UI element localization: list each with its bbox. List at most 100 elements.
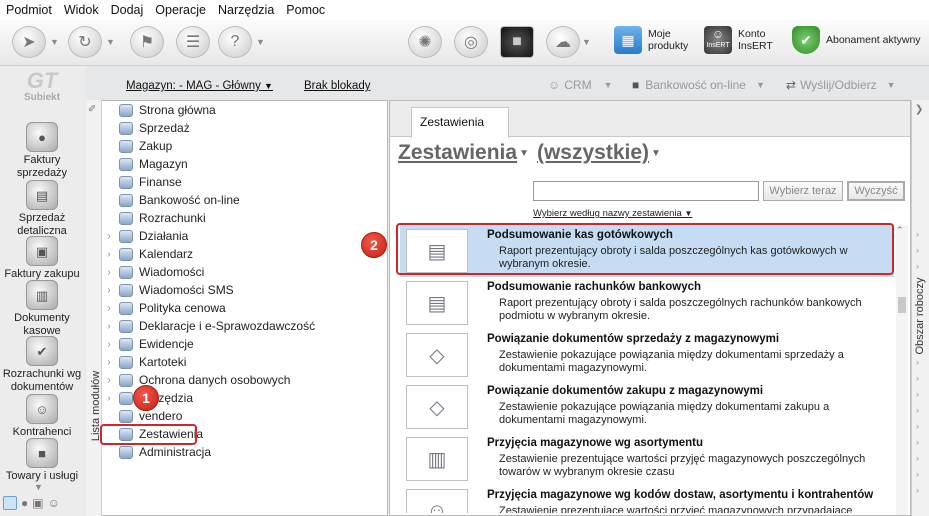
report-row[interactable]: ☺ Przyjęcia magazynowe wg kodów dostaw, a… [400,485,894,513]
module-item[interactable]: Zakup [102,137,172,155]
module-item[interactable]: › Kalendarz [102,245,193,263]
chevron-right-icon[interactable]: › [102,285,116,296]
nav-sprzedaz-detaliczna[interactable]: ▤ Sprzedaż detaliczna [0,180,84,238]
menu-item[interactable]: Operacje [155,3,206,17]
module-label: Zakup [139,139,173,153]
pin-icon[interactable]: ⚑ [130,26,164,58]
heading-filter[interactable]: (wszystkie) [537,141,649,165]
nav-kontrahenci[interactable]: ☺ Kontrahenci [0,394,84,439]
abonament-status[interactable]: ✔ Abonament aktywny [792,26,921,54]
chevron-right-icon[interactable]: › [102,375,116,386]
sync-arrows-icon: ⇄ [786,78,797,92]
shield-check-icon: ✔ [792,26,820,54]
chat-icon[interactable]: ? [218,26,252,58]
chevron-down-icon[interactable]: ▼ [256,37,265,47]
chevron-down-icon[interactable]: ▼ [519,148,529,159]
menu-item[interactable]: Narzędzia [218,3,274,17]
send-icon[interactable]: ➤ [12,26,46,58]
chevron-down-icon[interactable]: ▼ [50,37,59,47]
report-row[interactable]: ▤ Podsumowanie rachunków bankowych Raport … [400,277,894,329]
chevron-right-icon[interactable]: › [102,267,116,278]
person-small-icon[interactable]: ☺ [48,496,60,510]
cloud-icon[interactable]: ☁ [546,26,580,58]
scrollbar[interactable]: ⌃ [896,225,908,515]
sort-selector[interactable]: Wybierz według nazwy zestawienia ▼ [533,208,692,219]
module-item[interactable]: › Kartoteki [102,353,186,371]
chevron-down-icon[interactable]: ▼ [582,37,591,47]
moje-produkty-button[interactable]: ▦ Moje produkty [614,26,688,54]
chevron-right-icon[interactable]: › [102,249,116,260]
menu-item[interactable]: Widok [64,3,99,17]
collapse-icon[interactable]: ❯ [915,104,923,115]
crm-button[interactable]: ☺ CRM ▼ [548,78,613,92]
scroll-up-icon[interactable]: ⌃ [896,225,904,236]
module-item[interactable]: › Działania [102,227,188,245]
nav-rozrachunki[interactable]: ✔ Rozrachunki wg dokumentów [0,336,84,394]
nav-mode-icon[interactable] [3,496,17,510]
chevron-right-icon[interactable]: › [102,393,116,404]
report-row[interactable]: ▥ Przyjęcia magazynowe wg asortymentu Zest… [400,433,894,485]
online-banking-button[interactable]: ■ Bankowość on-line ▼ [632,78,765,92]
page-title: Zestawienia ▼ (wszystkie) ▼ [398,141,661,165]
nav-dokumenty-kasowe[interactable]: ▥ Dokumenty kasowe [0,280,84,338]
module-label: Kartoteki [139,355,187,369]
module-item[interactable]: Bankowość on-line [102,191,240,209]
nav-faktury-sprzedazy[interactable]: ● Faktury sprzedaży [0,122,84,180]
tab-zestawienia[interactable]: Zestawienia [411,107,509,138]
chevron-right-icon[interactable]: › [102,231,116,242]
module-item[interactable]: Rozrachunki [102,209,206,227]
module-icon [119,319,133,333]
module-item[interactable]: › Wiadomości [102,263,204,281]
module-item[interactable]: Sprzedaż [102,119,190,137]
module-item[interactable]: › Polityka cenowa [102,299,225,317]
heading-main[interactable]: Zestawienia [398,141,517,165]
chevron-down-icon[interactable]: ▼ [651,148,661,159]
send-receive-button[interactable]: ⇄ Wyślij/Odbierz ▼ [786,78,896,92]
module-item[interactable]: › Ewidencje [102,335,193,353]
scroll-thumb[interactable] [898,297,906,313]
konto-insert-button[interactable]: ☺ InsERT Konto InsERT [704,26,773,54]
cube-icon[interactable]: ■ [500,26,534,58]
workspace-strip[interactable]: ❯ Obszar roboczy › › › › › › › › › › › › › › › › › [911,100,929,516]
chevron-right-icon[interactable]: › [102,357,116,368]
module-item[interactable]: Strona główna [102,101,216,119]
module-item[interactable]: › Deklaracje i e-Sprawozdawczość [102,317,315,335]
report-row[interactable]: ◇ Powiązanie dokumentów zakupu z magazyno… [400,381,894,433]
report-row[interactable]: ◇ Powiązanie dokumentów sprzedaży z magaz… [400,329,894,381]
context-bar: Magazyn: - MAG - Główny ▼ Brak blokady ☺… [86,66,929,100]
module-item[interactable]: Magazyn [102,155,188,173]
coins-small-icon[interactable]: ● [21,496,28,510]
lock-icon: ■ [632,78,640,92]
box-small-icon[interactable]: ▣ [32,496,43,510]
menu-item[interactable]: Pomoc [286,3,325,17]
module-item[interactable]: Administracja [102,443,211,461]
spinner-icon[interactable]: ✺ [408,26,442,58]
nav-faktury-zakupu[interactable]: ▣ Faktury zakupu [0,236,84,281]
chevron-right-icon[interactable]: › [102,339,116,350]
stack-icon[interactable]: ☰ [176,26,210,58]
more-chevron-icon[interactable]: ▼ [34,482,43,492]
clear-button[interactable]: Wyczyść [847,181,905,201]
chevron-column-icon: › › › › › › › › › › › › › › › › › [916,229,919,495]
globe-icon[interactable]: ◎ [454,26,488,58]
nav-towary-uslugi[interactable]: ■ Towary i usługi [0,438,84,483]
select-now-button[interactable]: Wybierz teraz [763,181,843,201]
module-item[interactable]: Finanse [102,173,182,191]
pin-icon[interactable]: ✐ [88,104,96,115]
chevron-right-icon[interactable]: › [102,303,116,314]
menu-item[interactable]: Podmiot [6,3,52,17]
module-icon [119,229,133,243]
module-label: Ochrona danych osobowych [139,373,291,387]
receive-icon[interactable]: ↻ [68,26,102,58]
chevron-down-icon[interactable]: ▼ [106,37,115,47]
lock-status-link[interactable]: Brak blokady [304,80,370,92]
menu-item[interactable]: Dodaj [111,3,144,17]
chevron-right-icon[interactable]: › [102,321,116,332]
warehouse-selector[interactable]: Magazyn: - MAG - Główny ▼ [126,80,273,92]
module-item[interactable]: › Wiadomości SMS [102,281,233,299]
modules-tab[interactable]: ✐ Lista modułów [86,100,102,516]
konto-line2: InsERT [738,40,773,52]
module-item[interactable]: › Ochrona danych osobowych [102,371,290,389]
chevron-down-icon: ▼ [886,80,896,90]
search-input[interactable] [533,181,759,201]
